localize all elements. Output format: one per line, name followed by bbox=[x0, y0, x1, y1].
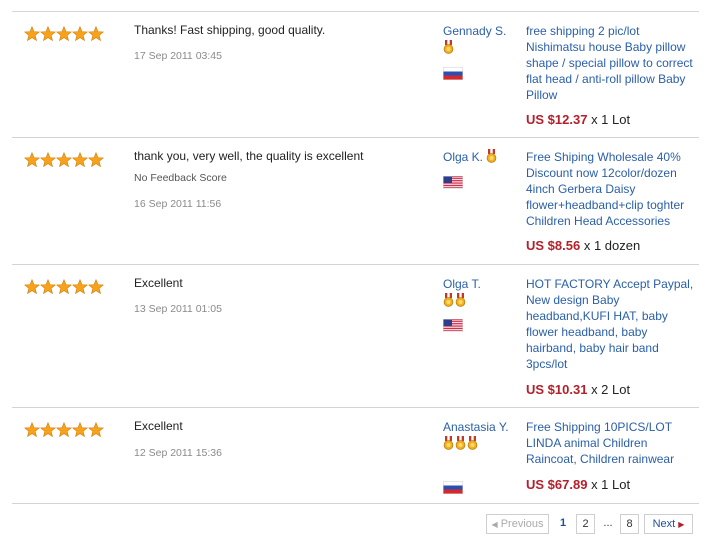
product-link[interactable]: Free Shiping Wholesale 40% Discount now … bbox=[526, 149, 696, 229]
star-icon bbox=[24, 152, 41, 168]
star-icon bbox=[87, 152, 104, 168]
chevron-left-icon: ◀ bbox=[491, 520, 498, 529]
buyer-name[interactable]: Gennady S. bbox=[443, 23, 513, 59]
star-icon bbox=[87, 26, 104, 42]
star-icon bbox=[39, 279, 57, 295]
pagination-ellipsis: ... bbox=[600, 514, 616, 534]
medal-icon bbox=[487, 149, 497, 163]
price-line: US $67.89 x 1 Lot bbox=[526, 477, 630, 492]
star-icon bbox=[24, 26, 41, 42]
buyer-medals bbox=[443, 436, 479, 455]
buyer-name[interactable]: Anastasia Y. bbox=[443, 419, 513, 455]
product-link[interactable]: HOT FACTORY Accept Paypal, New design Ba… bbox=[526, 276, 696, 372]
star-icon bbox=[87, 279, 104, 295]
review-row: Excellent 12 Sep 2011 15:36 Anastasia Y.… bbox=[12, 408, 699, 504]
usa-flag-icon bbox=[443, 176, 463, 189]
review-row: Excellent 13 Sep 2011 01:05 Olga T. HOT … bbox=[12, 265, 699, 408]
feedback-date: 13 Sep 2011 01:05 bbox=[134, 303, 222, 315]
star-icon bbox=[39, 422, 57, 438]
product-link[interactable]: free shipping 2 pic/lot Nishimatsu house… bbox=[526, 23, 696, 103]
price: US $10.31 bbox=[526, 382, 588, 397]
buyer-name-link[interactable]: Olga K. bbox=[443, 150, 483, 164]
quantity: x 1 dozen bbox=[583, 238, 641, 253]
feedback-text: Thanks! Fast shipping, good quality. bbox=[134, 23, 326, 37]
russia-flag-icon bbox=[443, 481, 463, 494]
buyer-medals bbox=[443, 293, 467, 312]
star-icon bbox=[55, 279, 73, 295]
buyer-medals bbox=[486, 149, 498, 168]
page-1-current: 1 bbox=[555, 514, 571, 534]
russia-flag-icon bbox=[443, 67, 463, 80]
buyer-name-link[interactable]: Gennady S. bbox=[443, 24, 506, 38]
buyer-name-link[interactable]: Anastasia Y. bbox=[443, 420, 509, 434]
price-line: US $12.37 x 1 Lot bbox=[526, 112, 630, 127]
buyer-name[interactable]: Olga K. bbox=[443, 149, 513, 168]
rating-stars bbox=[24, 279, 104, 295]
star-icon bbox=[55, 26, 73, 42]
rating-stars bbox=[24, 152, 104, 168]
no-feedback-score: No Feedback Score bbox=[134, 172, 227, 184]
medal-icon bbox=[455, 436, 466, 450]
feedback-date: 12 Sep 2011 15:36 bbox=[134, 447, 222, 459]
star-icon bbox=[87, 422, 104, 438]
star-icon bbox=[71, 279, 89, 295]
product-link[interactable]: Free Shipping 10PICS/LOT LINDA animal Ch… bbox=[526, 419, 696, 467]
review-row: Thanks! Fast shipping, good quality. 17 … bbox=[12, 12, 699, 138]
star-icon bbox=[55, 152, 73, 168]
price-line: US $8.56 x 1 dozen bbox=[526, 238, 640, 253]
quantity: x 1 Lot bbox=[591, 477, 631, 492]
quantity: x 1 Lot bbox=[591, 112, 631, 127]
star-icon bbox=[71, 152, 89, 168]
star-icon bbox=[39, 26, 57, 42]
price: US $8.56 bbox=[526, 238, 581, 253]
rating-stars bbox=[24, 26, 104, 42]
buyer-name-link[interactable]: Olga T. bbox=[443, 277, 481, 291]
price: US $67.89 bbox=[526, 477, 588, 492]
medal-icon bbox=[443, 293, 454, 307]
chevron-right-icon: ▶ bbox=[678, 520, 685, 529]
usa-flag-icon bbox=[443, 319, 463, 332]
buyer-name[interactable]: Olga T. bbox=[443, 276, 513, 312]
star-icon bbox=[71, 26, 89, 42]
star-icon bbox=[24, 422, 41, 438]
rating-stars bbox=[24, 422, 104, 438]
review-row: thank you, very well, the quality is exc… bbox=[12, 138, 699, 265]
page-8-button[interactable]: 8 bbox=[620, 514, 639, 534]
star-icon bbox=[55, 422, 73, 438]
star-icon bbox=[24, 279, 41, 295]
medal-icon bbox=[467, 436, 478, 450]
page-2-button[interactable]: 2 bbox=[576, 514, 595, 534]
feedback-text: thank you, very well, the quality is exc… bbox=[134, 149, 364, 163]
star-icon bbox=[39, 152, 57, 168]
next-label: Next bbox=[652, 518, 676, 530]
previous-page-button[interactable]: ◀ Previous bbox=[486, 514, 549, 534]
price-line: US $10.31 x 2 Lot bbox=[526, 382, 630, 397]
feedback-text: Excellent bbox=[134, 419, 183, 433]
medal-icon bbox=[443, 40, 454, 54]
feedback-text: Excellent bbox=[134, 276, 183, 290]
feedback-date: 17 Sep 2011 03:45 bbox=[134, 50, 222, 62]
price: US $12.37 bbox=[526, 112, 588, 127]
star-icon bbox=[71, 422, 89, 438]
buyer-medals bbox=[443, 40, 455, 59]
feedback-date: 16 Sep 2011 11:56 bbox=[134, 198, 222, 210]
quantity: x 2 Lot bbox=[591, 382, 631, 397]
medal-icon bbox=[455, 293, 466, 307]
previous-label: Previous bbox=[500, 518, 544, 530]
medal-icon bbox=[443, 436, 454, 450]
next-page-button[interactable]: Next ▶ bbox=[644, 514, 693, 534]
